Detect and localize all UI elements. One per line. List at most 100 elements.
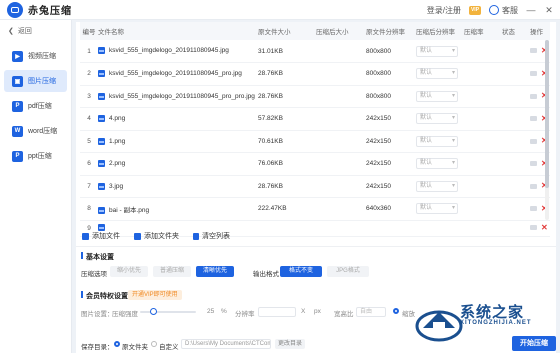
- status: [502, 153, 530, 176]
- save-path-input[interactable]: D:\Users\My Documents\CTComp: [181, 339, 271, 349]
- resolution-select[interactable]: 默认: [416, 45, 458, 57]
- resolution-select[interactable]: 默认: [416, 158, 458, 170]
- strength-slider[interactable]: [140, 311, 196, 313]
- ppt-icon: P: [12, 150, 23, 162]
- col-original-resolution: 原文件分辨率: [366, 29, 405, 36]
- image-settings-label: 图片设置：: [81, 311, 114, 318]
- original-size: 31.01KB: [258, 47, 283, 55]
- folder-icon[interactable]: [530, 48, 537, 54]
- video-icon: ▶: [12, 50, 23, 62]
- folder-icon[interactable]: [530, 93, 537, 99]
- status: [502, 198, 530, 221]
- col-status: 状态: [502, 29, 515, 36]
- resolution-select[interactable]: 默认: [416, 203, 458, 215]
- back-button[interactable]: ❮ 返回: [0, 20, 71, 42]
- folder-icon[interactable]: [530, 116, 537, 121]
- strength-label: 压缩强度: [112, 311, 138, 318]
- resolution-select[interactable]: 默认: [416, 135, 458, 147]
- word-icon: W: [12, 125, 23, 137]
- compress-option-label: 压缩选项: [81, 271, 107, 278]
- section-marker: [81, 291, 83, 298]
- file-table: 编号 文件名称 原文件大小 压缩后大小 原文件分辨率 压缩后分辨率 压缩率 状态…: [80, 22, 550, 237]
- resolution-select[interactable]: 默认: [416, 90, 458, 102]
- image-icon: ▣: [12, 75, 23, 87]
- image-file-icon: [98, 206, 105, 214]
- folder-icon[interactable]: [530, 183, 537, 189]
- image-file-icon: [98, 47, 105, 55]
- change-dir-button[interactable]: 更改目录: [275, 339, 305, 349]
- watermark-subtitle: XITONGZHIJIA.NET: [460, 320, 532, 326]
- resolution-select[interactable]: 默认: [416, 113, 458, 125]
- format-unchanged[interactable]: 格式不变: [280, 266, 322, 277]
- folder-icon[interactable]: [530, 71, 537, 76]
- col-operation: 操作: [530, 29, 543, 36]
- folder-icon[interactable]: [530, 206, 537, 211]
- status: [502, 175, 530, 198]
- status: [502, 130, 530, 153]
- delete-icon[interactable]: ✕: [541, 223, 548, 232]
- folder-icon[interactable]: [530, 225, 537, 231]
- original-size: 28.76KB: [258, 182, 283, 190]
- keep-ratio-radio[interactable]: [393, 308, 399, 314]
- status: [502, 85, 530, 108]
- compressed-size: [316, 108, 366, 131]
- image-file-icon: [98, 160, 105, 168]
- start-compress-button[interactable]: 开始压缩: [512, 336, 556, 351]
- compression-rate: [464, 85, 502, 108]
- format-jpg[interactable]: JPG格式: [327, 266, 369, 277]
- original-resolution: 800x800: [366, 92, 391, 100]
- folder-icon[interactable]: [530, 138, 537, 144]
- vip-upgrade-tag[interactable]: 开通VIP即可使用: [128, 290, 182, 300]
- option-clarity-first[interactable]: 清晰优先: [196, 266, 234, 277]
- compressed-size: [316, 153, 366, 176]
- option-smaller-first[interactable]: 缩小优先: [110, 266, 148, 277]
- sidebar-item-ppt[interactable]: P ppt压缩: [4, 145, 67, 167]
- sidebar-item-word[interactable]: W word压缩: [4, 120, 67, 142]
- folder-icon[interactable]: [530, 161, 537, 166]
- file-name: 2.png: [109, 160, 126, 168]
- compressed-size: [316, 63, 366, 86]
- watermark-title: 系统之家: [460, 303, 525, 321]
- add-folder-button[interactable]: 添加文件夹: [134, 231, 179, 241]
- list-scrollbar-thumb[interactable]: [545, 40, 549, 188]
- file-name: ksvid_555_imgdelogo_201911080945_pro.jpg: [109, 70, 242, 78]
- table-row: 6 2.png 76.06KB 242x150 默认 ✕: [80, 153, 550, 176]
- table-row: 4 4.png 57.82KB 242x150 默认 ✕: [80, 108, 550, 131]
- basic-settings-title: 基本设置: [86, 254, 114, 261]
- col-original-size: 原文件大小: [258, 29, 291, 36]
- vip-icon[interactable]: VIP: [469, 5, 481, 15]
- original-size: 57.82KB: [258, 115, 283, 123]
- clear-list-button[interactable]: 清空列表: [193, 231, 230, 241]
- aspect-ratio-select[interactable]: 自由: [356, 307, 386, 317]
- col-filename: 文件名称: [98, 29, 124, 36]
- list-actions: 添加文件 添加文件夹 清空列表: [82, 231, 230, 241]
- login-register-link[interactable]: 登录/注册: [427, 5, 461, 16]
- col-compressed-resolution: 压缩后分辨率: [416, 29, 455, 36]
- original-resolution: 640x360: [366, 205, 391, 213]
- service-button[interactable]: 客服: [489, 5, 518, 16]
- file-name: 1.png: [109, 137, 126, 145]
- close-button[interactable]: ✕: [544, 5, 554, 16]
- image-file-icon: [98, 115, 105, 123]
- resolution-select[interactable]: 默认: [416, 180, 458, 192]
- sidebar-item-pdf[interactable]: P pdf压缩: [4, 95, 67, 117]
- save-custom-radio[interactable]: [151, 341, 157, 347]
- add-file-button[interactable]: 添加文件: [82, 231, 120, 241]
- width-input[interactable]: [258, 307, 296, 317]
- compressed-size: [316, 175, 366, 198]
- save-original-radio[interactable]: [114, 341, 120, 347]
- sidebar-item-image[interactable]: ▣ 图片压缩: [4, 70, 67, 92]
- status: [502, 40, 530, 63]
- strength-slider-handle[interactable]: [150, 308, 157, 315]
- option-normal[interactable]: 普通压缩: [153, 266, 191, 277]
- sidebar: ❮ 返回 ▶ 视频压缩 ▣ 图片压缩 P pdf压缩 W word压缩 P pp…: [0, 20, 72, 353]
- sidebar-item-video[interactable]: ▶ 视频压缩: [4, 45, 67, 67]
- compressed-size: [316, 198, 366, 221]
- minimize-button[interactable]: —: [526, 5, 536, 15]
- title-bar: 赤兔压缩 登录/注册 VIP 客服 — ✕: [0, 0, 560, 20]
- original-resolution: 242x150: [366, 115, 391, 123]
- table-row: 5 1.png 70.61KB 242x150 默认 ✕: [80, 130, 550, 153]
- resolution-select[interactable]: 默认: [416, 68, 458, 80]
- table-row: 7 3.jpg 28.76KB 242x150 默认 ✕: [80, 175, 550, 198]
- col-compression-rate: 压缩率: [464, 29, 484, 36]
